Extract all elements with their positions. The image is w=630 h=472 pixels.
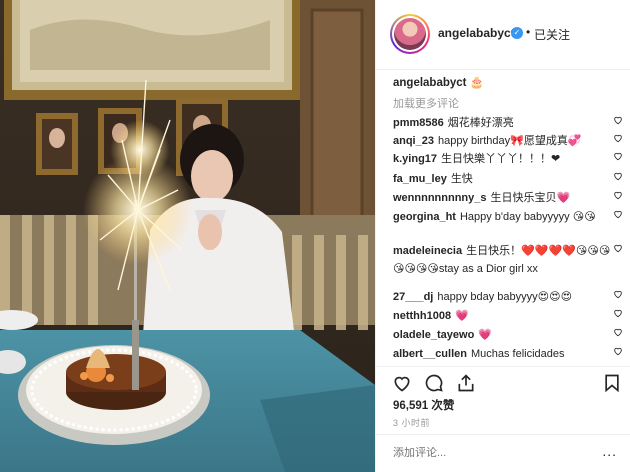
post-caption: angelababyct 🎂 <box>393 75 484 89</box>
post-details-panel: angelababyct ✓ • 已关注 angelababyct 🎂 加载更多… <box>375 0 630 472</box>
comment-username-link[interactable]: wennnnnnnnny_s <box>393 192 487 204</box>
heart-outline-icon[interactable] <box>613 243 623 253</box>
comment-item: pmm8586 烟花棒好漂亮 <box>393 114 622 132</box>
comment-username-link[interactable]: 27___dj <box>393 291 433 303</box>
comment-text: 生日快樂丫丫丫！！！❤ <box>441 153 561 165</box>
avatar-ring <box>392 16 428 52</box>
birthday-photo-illustration <box>0 0 375 472</box>
post-timestamp[interactable]: 3 小时前 <box>393 416 430 429</box>
heart-outline-icon[interactable] <box>613 171 623 181</box>
comment-item: k.ying17 生日快樂丫丫丫！！！❤ <box>393 150 622 168</box>
comment-text: Muchas felicidades <box>470 348 565 360</box>
share-icon[interactable] <box>456 373 476 393</box>
header-username-link[interactable]: angelababyct <box>438 26 515 40</box>
post-photo[interactable] <box>0 0 375 472</box>
comment-item: anqi_23 happy birthday🎀愿望成真💞 <box>393 132 622 150</box>
follow-button[interactable]: 已关注 <box>534 26 570 43</box>
load-more-comments-link[interactable]: 加载更多评论 <box>393 95 459 111</box>
likes-count[interactable]: 96,591 次赞 <box>393 397 454 413</box>
post-actions-bar <box>376 366 630 396</box>
caption-text: 🎂 <box>469 77 485 89</box>
heart-outline-icon[interactable] <box>613 133 623 143</box>
comment-username-link[interactable]: georgina_ht <box>393 211 456 223</box>
comment-username-link[interactable]: oladele_tayewo <box>393 329 474 341</box>
heart-outline-icon[interactable] <box>392 373 412 393</box>
verified-badge-icon: ✓ <box>511 27 523 39</box>
heart-outline-icon[interactable] <box>613 209 623 219</box>
post-header: angelababyct ✓ • 已关注 <box>376 0 630 70</box>
comment-username-link[interactable]: anqi_23 <box>393 135 434 147</box>
avatar[interactable] <box>390 14 430 54</box>
comment-username-link[interactable]: k.ying17 <box>393 153 437 165</box>
comment-text: 生快 <box>450 173 473 185</box>
comment-item: albert__cullen Muchas felicidades <box>393 345 622 363</box>
comment-username-link[interactable]: madeleinecia <box>393 245 462 257</box>
comment-item: netthh1008 💗 <box>393 307 622 325</box>
comment-username-link[interactable]: fa_mu_ley <box>393 173 447 185</box>
comment-text: happy birthday🎀愿望成真💞 <box>437 135 582 147</box>
comment-item: oladele_tayewo 💗 <box>393 326 622 344</box>
heart-outline-icon[interactable] <box>613 308 623 318</box>
add-comment-bar: ... <box>376 434 630 472</box>
comments-section[interactable]: angelababyct 🎂 加载更多评论 pmm8586 烟花棒好漂亮 anqi… <box>376 70 630 366</box>
heart-outline-icon[interactable] <box>613 115 623 125</box>
comment-text: 生日快乐宝贝💗 <box>490 192 571 204</box>
comment-username-link[interactable]: netthh1008 <box>393 310 451 322</box>
heart-outline-icon[interactable] <box>613 346 623 356</box>
comment-item: madeleinecia 生日快乐！❤️❤️❤️❤️😘😘😘😘😘😘😘stay as … <box>393 242 622 278</box>
comment-item: georgina_ht Happy b'day babyyyyy 😘😘 <box>393 208 622 226</box>
comment-item: 27___dj happy bday babyyyy😍😍😍 <box>393 288 622 306</box>
comment-bubble-icon[interactable] <box>424 373 444 393</box>
comment-text: 烟花棒好漂亮 <box>447 117 514 129</box>
more-options-button[interactable]: ... <box>602 443 617 459</box>
comment-text: Happy b'day babyyyyy 😘😘 <box>459 211 596 223</box>
bookmark-icon[interactable] <box>602 373 622 393</box>
comment-text: 💗 <box>478 329 493 341</box>
heart-outline-icon[interactable] <box>613 289 623 299</box>
comment-text: happy bday babyyyy😍😍😍 <box>437 291 573 303</box>
heart-outline-icon[interactable] <box>613 190 623 200</box>
comment-item: fa_mu_ley 生快 <box>393 170 622 188</box>
add-comment-input[interactable] <box>393 447 583 459</box>
heart-outline-icon[interactable] <box>613 151 623 161</box>
comment-username-link[interactable]: pmm8586 <box>393 117 444 129</box>
avatar-image <box>394 18 426 50</box>
comment-text: 💗 <box>455 310 469 322</box>
comment-item: wennnnnnnnny_s 生日快乐宝贝💗 <box>393 189 622 207</box>
comment-username-link[interactable]: albert__cullen <box>393 348 467 360</box>
caption-username-link[interactable]: angelababyct <box>393 77 467 89</box>
separator-dot: • <box>526 25 531 39</box>
heart-outline-icon[interactable] <box>613 327 623 337</box>
